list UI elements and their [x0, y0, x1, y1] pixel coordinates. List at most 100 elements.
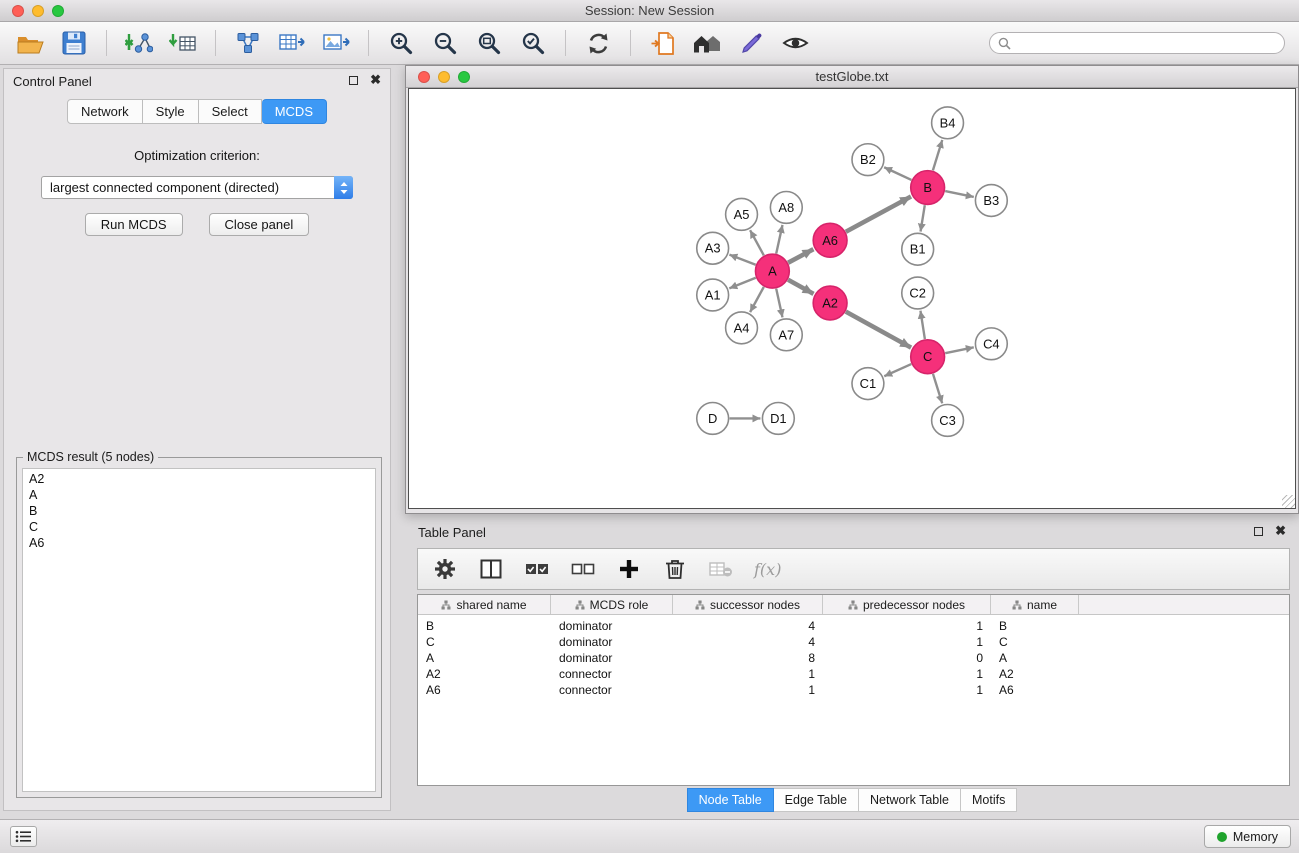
- zoom-fit-button[interactable]: [473, 27, 505, 59]
- table-row[interactable]: A6connector11A6: [418, 682, 1289, 698]
- node-B3[interactable]: B3: [975, 185, 1007, 217]
- tab-motifs[interactable]: Motifs: [961, 788, 1017, 812]
- edge-C-C1[interactable]: [884, 364, 911, 376]
- table-settings-button[interactable]: [432, 556, 458, 582]
- apply-layout-button[interactable]: [582, 27, 614, 59]
- style-brush-button[interactable]: [735, 27, 767, 59]
- edge-A-A4[interactable]: [750, 287, 764, 312]
- result-item[interactable]: B: [23, 503, 375, 519]
- result-item[interactable]: A6: [23, 535, 375, 551]
- select-all-button[interactable]: [524, 556, 550, 582]
- edge-A2-C[interactable]: [846, 312, 911, 348]
- report-button[interactable]: [647, 27, 679, 59]
- column-header[interactable]: name: [991, 595, 1079, 614]
- edge-A-A6[interactable]: [788, 249, 813, 262]
- table-row[interactable]: Adominator80A: [418, 650, 1289, 666]
- node-A1[interactable]: A1: [697, 279, 729, 311]
- edge-A-A5[interactable]: [750, 230, 764, 255]
- result-item[interactable]: A: [23, 487, 375, 503]
- zoom-selected-button[interactable]: [517, 27, 549, 59]
- column-header[interactable]: successor nodes: [673, 595, 823, 614]
- network-close-button[interactable]: [418, 71, 430, 83]
- close-window-button[interactable]: [12, 5, 24, 17]
- node-A7[interactable]: A7: [770, 319, 802, 351]
- add-column-button[interactable]: [616, 556, 642, 582]
- edge-C-C3[interactable]: [933, 374, 942, 403]
- network-minimize-button[interactable]: [438, 71, 450, 83]
- edge-A-A2[interactable]: [788, 280, 813, 294]
- float-table-panel-icon[interactable]: [1254, 527, 1263, 536]
- show-details-button[interactable]: [779, 27, 811, 59]
- result-item[interactable]: A2: [23, 471, 375, 487]
- show-columns-button[interactable]: [478, 556, 504, 582]
- save-session-button[interactable]: [58, 27, 90, 59]
- edge-B-B4[interactable]: [933, 140, 942, 170]
- close-table-panel-icon[interactable]: ✖: [1275, 525, 1286, 537]
- tab-edge-table[interactable]: Edge Table: [774, 788, 859, 812]
- node-B[interactable]: B: [911, 171, 945, 205]
- edge-A-A3[interactable]: [729, 255, 755, 265]
- node-D1[interactable]: D1: [762, 403, 794, 435]
- edge-A6-B[interactable]: [846, 197, 911, 232]
- tab-node-table[interactable]: Node Table: [687, 788, 774, 812]
- node-B4[interactable]: B4: [932, 107, 964, 139]
- search-box[interactable]: [989, 32, 1285, 54]
- edge-C-C2[interactable]: [920, 311, 924, 339]
- tab-mcds[interactable]: MCDS: [262, 99, 327, 124]
- edge-B-B3[interactable]: [945, 191, 974, 197]
- close-panel-button[interactable]: Close panel: [209, 213, 310, 236]
- edge-A-A1[interactable]: [729, 278, 755, 289]
- run-mcds-button[interactable]: Run MCDS: [85, 213, 183, 236]
- node-C4[interactable]: C4: [975, 328, 1007, 360]
- edge-A-A8[interactable]: [776, 225, 782, 254]
- node-A4[interactable]: A4: [726, 312, 758, 344]
- node-A6[interactable]: A6: [813, 223, 847, 257]
- edge-A-A7[interactable]: [776, 289, 782, 318]
- node-A8[interactable]: A8: [770, 192, 802, 224]
- export-table-button[interactable]: [276, 27, 308, 59]
- node-C3[interactable]: C3: [932, 404, 964, 436]
- float-panel-icon[interactable]: [349, 76, 358, 85]
- export-network-button[interactable]: [232, 27, 264, 59]
- export-image-button[interactable]: [320, 27, 352, 59]
- node-B2[interactable]: B2: [852, 144, 884, 176]
- tab-style[interactable]: Style: [143, 99, 199, 124]
- tab-network-table[interactable]: Network Table: [859, 788, 961, 812]
- home-button[interactable]: [691, 27, 723, 59]
- delete-column-button[interactable]: [662, 556, 688, 582]
- open-session-button[interactable]: [14, 27, 46, 59]
- tab-network[interactable]: Network: [67, 99, 143, 124]
- node-D[interactable]: D: [697, 403, 729, 435]
- import-network-button[interactable]: [123, 27, 155, 59]
- task-history-button[interactable]: [10, 826, 37, 847]
- table-row[interactable]: A2connector11A2: [418, 666, 1289, 682]
- optimization-criterion-dropdown[interactable]: largest connected component (directed): [41, 176, 353, 199]
- import-table-button[interactable]: [167, 27, 199, 59]
- resize-grip[interactable]: [1282, 495, 1295, 508]
- network-canvas[interactable]: B4B2BB3A5A8A6B1A3AC2A1A2A4A7C4CC1C3DD1: [408, 88, 1296, 509]
- node-B1[interactable]: B1: [902, 233, 934, 265]
- function-builder-button[interactable]: f(x): [754, 556, 781, 582]
- edge-B-B1[interactable]: [921, 205, 925, 231]
- edge-B-B2[interactable]: [884, 167, 911, 180]
- node-A[interactable]: A: [755, 254, 789, 288]
- search-input[interactable]: [1016, 36, 1276, 50]
- zoom-out-button[interactable]: [429, 27, 461, 59]
- zoom-in-button[interactable]: [385, 27, 417, 59]
- column-header[interactable]: MCDS role: [551, 595, 673, 614]
- tab-select[interactable]: Select: [199, 99, 262, 124]
- result-item[interactable]: C: [23, 519, 375, 535]
- node-A2[interactable]: A2: [813, 286, 847, 320]
- zoom-window-button[interactable]: [52, 5, 64, 17]
- memory-button[interactable]: Memory: [1204, 825, 1291, 848]
- close-panel-icon[interactable]: ✖: [370, 74, 381, 86]
- table-row[interactable]: Cdominator41C: [418, 634, 1289, 650]
- node-A5[interactable]: A5: [726, 198, 758, 230]
- network-zoom-button[interactable]: [458, 71, 470, 83]
- node-C[interactable]: C: [911, 340, 945, 374]
- node-A3[interactable]: A3: [697, 232, 729, 264]
- column-header[interactable]: shared name: [418, 595, 551, 614]
- column-header[interactable]: predecessor nodes: [823, 595, 991, 614]
- edge-C-C4[interactable]: [945, 347, 974, 353]
- node-C2[interactable]: C2: [902, 277, 934, 309]
